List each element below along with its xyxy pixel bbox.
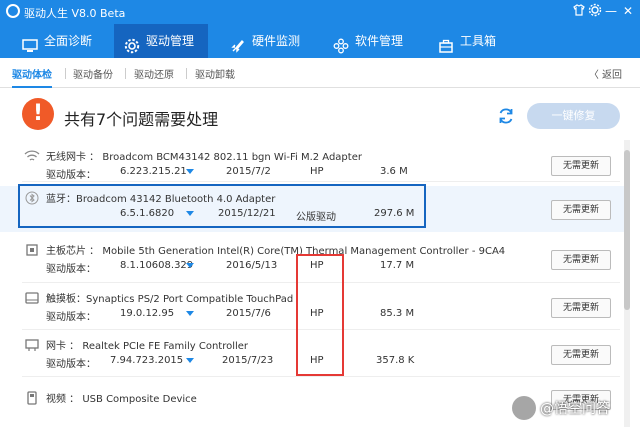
usb-device-icon [24, 391, 40, 405]
driver-name: 无线网卡 ： Broadcom BCM43142 802.11 bgn Wi-F… [46, 152, 362, 163]
driver-name: 触摸板：Synaptics PS/2 Port Compatible Touch… [46, 294, 294, 305]
nav-label: 驱动管理 [146, 34, 195, 48]
no-update-button[interactable]: 无需更新 [551, 298, 611, 318]
rocket-icon [230, 33, 246, 53]
settings-gear-icon[interactable] [587, 3, 603, 19]
toolbox-icon [438, 33, 454, 53]
no-update-button[interactable]: 无需更新 [551, 250, 611, 270]
summary-title: 共有7个问题需要处理 [64, 110, 219, 129]
driver-name: 网卡 ： Realtek PCIe FE Family Controller [46, 341, 249, 352]
tab-driver-backup[interactable]: 驱动备份 [73, 66, 113, 81]
close-button[interactable]: ✕ [620, 3, 636, 19]
driver-size: 3.6 M [380, 166, 408, 177]
tab-divider [125, 68, 126, 79]
tab-divider [186, 68, 187, 79]
minimize-button[interactable]: — [603, 3, 619, 19]
one-click-fix-button[interactable]: 一键修复 [527, 103, 620, 129]
version-label: 驱动版本： [46, 264, 96, 275]
tab-divider [65, 68, 66, 79]
tab-driver-restore[interactable]: 驱动还原 [134, 66, 174, 81]
touchpad-icon [24, 291, 40, 305]
driver-size: 17.7 M [380, 260, 415, 271]
chevron-left-icon: 〈 [588, 70, 602, 81]
watermark-logo-icon [512, 396, 536, 420]
warning-icon: ! [22, 98, 54, 130]
version-dropdown-icon[interactable] [186, 263, 194, 268]
version-label: 驱动版本： [46, 359, 96, 370]
driver-size: 85.3 M [380, 308, 415, 319]
tab-driver-check[interactable]: 驱动体检 [12, 66, 52, 88]
gear-icon [124, 33, 140, 54]
apps-icon [333, 33, 349, 54]
monitor-icon [22, 33, 38, 52]
row-divider [22, 376, 620, 377]
nav-toolbox[interactable]: 工具箱 [434, 24, 518, 58]
driver-version: 8.1.10608.329 [120, 260, 194, 271]
row-divider [22, 181, 620, 182]
bluetooth-highlight-box [18, 184, 426, 228]
nav-hardware-monitor[interactable]: 硬件监测 [226, 24, 320, 58]
driver-date: 2015/7/23 [222, 355, 274, 366]
no-update-button[interactable]: 无需更新 [551, 345, 611, 365]
back-label: 返回 [602, 70, 622, 81]
main-nav: 全面诊断 驱动管理 硬件监测 软件管理 工具箱 [0, 24, 640, 58]
tab-driver-uninstall[interactable]: 驱动卸载 [195, 66, 235, 81]
nav-label: 软件管理 [355, 34, 404, 48]
nav-label: 全面诊断 [44, 34, 93, 48]
app-title: 驱动人生 V8.0 Beta [24, 7, 126, 20]
version-dropdown-icon[interactable] [186, 169, 194, 174]
driver-vendor: HP [310, 166, 324, 177]
driver-date: 2016/5/13 [226, 260, 278, 271]
driver-version: 7.94.723.2015 [110, 355, 184, 366]
network-card-icon [24, 338, 40, 352]
app-logo-icon [6, 4, 20, 18]
version-label: 驱动版本： [46, 170, 96, 181]
driver-version: 19.0.12.95 [120, 308, 175, 319]
no-update-button[interactable]: 无需更新 [551, 200, 611, 220]
version-dropdown-icon[interactable] [186, 358, 194, 363]
scrollbar-thumb[interactable] [624, 150, 630, 310]
nav-software-management[interactable]: 软件管理 [329, 24, 423, 58]
driver-date: 2015/7/6 [226, 308, 271, 319]
back-link[interactable]: 〈 返回 [589, 66, 622, 81]
refresh-icon[interactable] [496, 106, 516, 126]
chip-icon [24, 243, 40, 257]
driver-version: 6.223.215.21 [120, 166, 187, 177]
sub-tabs: 驱动体检 驱动备份 驱动还原 驱动卸载 〈 返回 [0, 58, 640, 88]
nav-label: 工具箱 [460, 34, 497, 48]
driver-name: 主板芯片 ： Mobile 5th Generation Intel(R) Co… [46, 246, 506, 257]
wifi-icon [24, 149, 40, 163]
driver-size: 357.8 K [376, 355, 415, 366]
driver-name: 视频 ： USB Composite Device [46, 394, 197, 405]
skin-icon[interactable] [571, 3, 587, 19]
version-dropdown-icon[interactable] [186, 311, 194, 316]
no-update-button[interactable]: 无需更新 [551, 156, 611, 176]
watermark: @悟空问答 [512, 392, 640, 426]
driver-date: 2015/7/2 [226, 166, 271, 177]
title-bar: 驱动人生 V8.0 Beta — ✕ [0, 0, 640, 24]
version-label: 驱动版本： [46, 312, 96, 323]
scrollbar[interactable] [624, 140, 630, 427]
vendor-highlight-box [296, 254, 344, 376]
watermark-text: @悟空问答 [540, 401, 610, 417]
nav-label: 硬件监测 [252, 34, 301, 48]
nav-full-diagnosis[interactable]: 全面诊断 [18, 24, 110, 58]
nav-driver-management[interactable]: 驱动管理 [114, 24, 208, 58]
